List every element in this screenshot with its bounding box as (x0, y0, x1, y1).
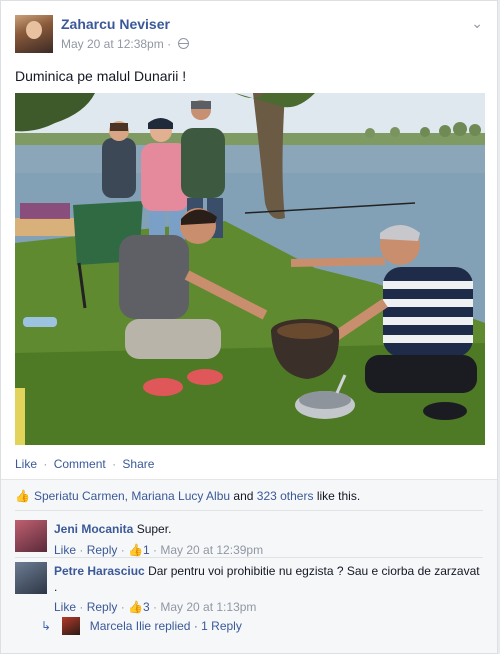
commenter-avatar[interactable] (15, 562, 47, 594)
commenter-avatar[interactable] (15, 520, 47, 552)
thumbs-up-icon: 👍 (128, 543, 143, 557)
photo-illustration (15, 93, 485, 445)
divider (15, 510, 483, 511)
share-link[interactable]: Share (122, 457, 154, 471)
post-photo[interactable] (15, 93, 485, 445)
divider (15, 557, 483, 558)
likers-others[interactable]: 323 others (257, 489, 314, 503)
author-name[interactable]: Zaharcu Neviser (61, 16, 170, 32)
like-link[interactable]: Like (15, 457, 37, 471)
comment: Petre Harasciuc Dar pentru voi prohibiti… (15, 562, 483, 615)
author-avatar[interactable] (15, 15, 53, 53)
commenter-name[interactable]: Petre Harasciuc (54, 564, 145, 578)
post-message: Duminica pe malul Dunarii ! (15, 68, 187, 84)
comment-link[interactable]: Comment (54, 457, 106, 471)
replier-name[interactable]: Marcela Ilie (90, 619, 151, 633)
comment-text: Super. (136, 522, 172, 536)
thumbs-up-icon: 👍 (128, 600, 143, 614)
comment-body: Petre Harasciuc Dar pentru voi prohibiti… (54, 563, 483, 615)
likers-suffix: like this. (313, 489, 361, 503)
comment-like-link[interactable]: Like (54, 600, 76, 614)
comment-actions: Like · Reply · 👍1 · May 20 at 12:39pm (54, 543, 264, 557)
thumbs-up-icon: 👍 (15, 489, 30, 503)
comment-like-link[interactable]: Like (54, 543, 76, 557)
comment-like-count[interactable]: 1 (143, 543, 150, 557)
post-meta: May 20 at 12:38pm · (61, 37, 190, 51)
like-summary: 👍 Speriatu Carmen, Mariana Lucy Albu and … (15, 489, 360, 503)
replier-avatar (62, 617, 81, 635)
reply-count-link[interactable]: 1 Reply (201, 619, 242, 633)
comment-like-count[interactable]: 3 (143, 600, 150, 614)
reply-arrow-icon: ↳ (41, 619, 52, 633)
globe-icon[interactable] (178, 38, 190, 49)
meta-separator: · (167, 37, 172, 51)
commenter-name[interactable]: Jeni Mocanita (54, 522, 133, 536)
comment-timestamp[interactable]: May 20 at 12:39pm (160, 543, 263, 557)
comment-timestamp[interactable]: May 20 at 1:13pm (160, 600, 256, 614)
post-actions: Like · Comment · Share (15, 457, 154, 471)
feedback-panel: 👍 Speriatu Carmen, Mariana Lucy Albu and … (1, 479, 497, 653)
post-card: Zaharcu Neviser May 20 at 12:38pm · ⌄ Du… (0, 0, 498, 654)
comment-actions: Like · Reply · 👍3 · May 20 at 1:13pm (54, 600, 257, 614)
chevron-down-icon[interactable]: ⌄ (471, 15, 483, 32)
reply-summary[interactable]: ↳ Marcela Ilie replied · 1 Reply (41, 617, 242, 635)
action-separator: · (43, 457, 48, 471)
comment: Jeni Mocanita Super. Like · Reply · 👍1 ·… (15, 520, 483, 558)
replied-word: replied (154, 619, 191, 633)
action-separator: · (112, 457, 117, 471)
post-header: Zaharcu Neviser May 20 at 12:38pm · ⌄ (15, 15, 483, 55)
post-timestamp[interactable]: May 20 at 12:38pm (61, 37, 164, 51)
comment-body: Jeni Mocanita Super. Like · Reply · 👍1 ·… (54, 521, 483, 558)
comment-reply-link[interactable]: Reply (87, 600, 118, 614)
likers-joiner: and (230, 489, 257, 503)
comment-reply-link[interactable]: Reply (87, 543, 118, 557)
likers-names[interactable]: Speriatu Carmen, Mariana Lucy Albu (34, 489, 230, 503)
